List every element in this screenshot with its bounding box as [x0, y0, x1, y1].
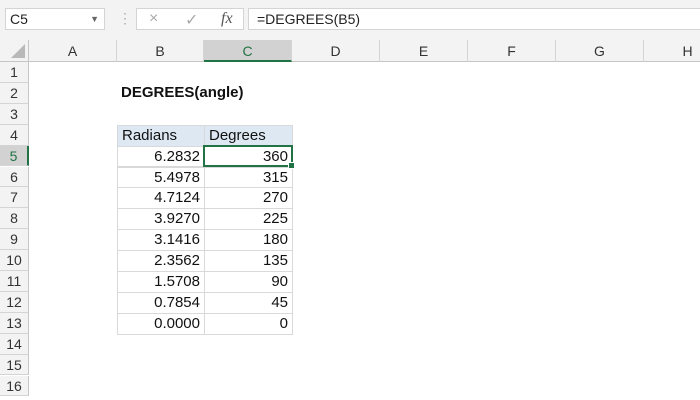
row-header-6[interactable]: 6: [0, 166, 29, 188]
row-header-14[interactable]: 14: [0, 333, 29, 355]
name-box-value: C5: [10, 11, 28, 27]
row-header-15[interactable]: 15: [0, 354, 29, 376]
column-header-h[interactable]: H: [644, 40, 700, 62]
column-header-g[interactable]: G: [556, 40, 644, 62]
row-header-3[interactable]: 3: [0, 103, 29, 125]
column-header-e[interactable]: E: [380, 40, 468, 62]
radians-cell[interactable]: 3.1416: [117, 229, 205, 252]
cancel-icon[interactable]: ×: [149, 10, 158, 28]
row-header-8[interactable]: 8: [0, 208, 29, 230]
table-header-degrees[interactable]: Degrees: [204, 124, 293, 147]
row-header-16[interactable]: 16: [0, 375, 29, 397]
formula-input[interactable]: =DEGREES(B5): [248, 8, 700, 30]
radians-cell[interactable]: 3.9270: [117, 208, 205, 231]
degrees-cell[interactable]: 225: [204, 208, 293, 231]
row-header-5[interactable]: 5: [0, 145, 29, 167]
radians-cell[interactable]: 1.5708: [117, 271, 205, 293]
row-header-4[interactable]: 4: [0, 124, 29, 146]
degrees-cell[interactable]: 360: [204, 145, 293, 168]
degrees-cell[interactable]: 135: [204, 250, 293, 272]
column-header-b[interactable]: B: [117, 40, 204, 62]
row-header-2[interactable]: 2: [0, 82, 29, 104]
radians-cell[interactable]: 5.4978: [117, 166, 205, 189]
row-header-11[interactable]: 11: [0, 271, 29, 292]
column-header-a[interactable]: A: [29, 40, 117, 62]
degrees-cell[interactable]: 90: [204, 271, 293, 293]
insert-function-icon[interactable]: fx: [221, 10, 233, 28]
column-header-f[interactable]: F: [468, 40, 556, 62]
column-header-c[interactable]: C: [204, 40, 292, 62]
degrees-cell[interactable]: 180: [204, 229, 293, 252]
title-cell[interactable]: DEGREES(angle): [117, 83, 248, 104]
degrees-cell[interactable]: 270: [204, 187, 293, 210]
radians-cell[interactable]: 4.7124: [117, 187, 205, 210]
degrees-cell[interactable]: 0: [204, 312, 293, 335]
radians-cell[interactable]: 0.0000: [117, 312, 205, 335]
row-header-13[interactable]: 13: [0, 312, 29, 334]
enter-icon[interactable]: ✓: [185, 10, 198, 30]
row-header-1[interactable]: 1: [0, 62, 29, 83]
radians-cell[interactable]: 6.2832: [117, 145, 205, 168]
formula-buttons: × ✓ fx: [136, 8, 244, 30]
radians-cell[interactable]: 0.7854: [117, 291, 205, 314]
row-header-9[interactable]: 9: [0, 229, 29, 251]
degrees-cell[interactable]: 315: [204, 166, 293, 189]
resize-handle-icon[interactable]: ⋮: [118, 10, 132, 27]
row-header-7[interactable]: 7: [0, 187, 29, 209]
row-header-12[interactable]: 12: [0, 291, 29, 313]
column-header-d[interactable]: D: [292, 40, 380, 62]
name-box[interactable]: C5 ▼: [5, 8, 105, 30]
row-header-10[interactable]: 10: [0, 250, 29, 271]
select-all-button[interactable]: [0, 40, 29, 62]
table-header-radians[interactable]: Radians: [117, 124, 205, 147]
dropdown-arrow-icon[interactable]: ▼: [90, 9, 99, 29]
radians-cell[interactable]: 2.3562: [117, 250, 205, 272]
degrees-cell[interactable]: 45: [204, 291, 293, 314]
